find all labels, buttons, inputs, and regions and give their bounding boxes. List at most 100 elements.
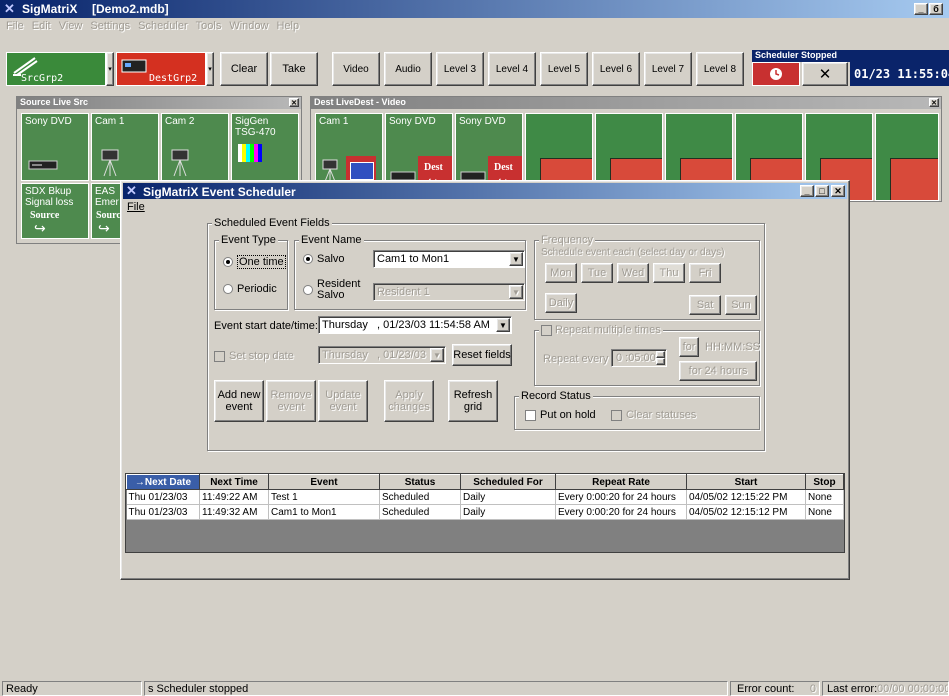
- source-tile-cam-2[interactable]: Cam 2: [161, 113, 229, 181]
- level-5-button[interactable]: Level 5: [540, 52, 588, 86]
- table-cell: Every 0:00:20 for 24 hours: [555, 489, 687, 505]
- menu-tools[interactable]: Tools: [196, 20, 222, 32]
- event-grid[interactable]: →Next Date Next Time Event Status Schedu…: [125, 473, 845, 553]
- add-new-event-button[interactable]: Add new event: [214, 380, 264, 422]
- source-panel-close-button[interactable]: ✕: [289, 98, 299, 107]
- day-wed-button[interactable]: Wed: [617, 263, 649, 283]
- dest-panel-title-bar: Dest LiveDest - Video ✕: [311, 97, 941, 109]
- scheduler-maximize-button[interactable]: □: [815, 185, 829, 197]
- src-group-dropdown-arrow[interactable]: ▾: [106, 52, 114, 86]
- col-stop[interactable]: Stop: [805, 474, 844, 490]
- scheduler-minimize-button[interactable]: _: [800, 185, 814, 197]
- chevron-down-icon[interactable]: ▼: [430, 348, 444, 362]
- table-cell: Daily: [460, 504, 556, 520]
- src-group-selector[interactable]: SrcGrp2: [6, 52, 106, 86]
- repeat-group: Repeat multiple times Repeat every 0 :05…: [534, 324, 760, 386]
- spinner-down-icon[interactable]: [656, 358, 665, 365]
- col-start[interactable]: Start: [686, 474, 806, 490]
- frequency-label: Frequency: [539, 234, 595, 246]
- radio-dot: [223, 284, 233, 294]
- chevron-down-icon[interactable]: ▼: [509, 252, 523, 266]
- day-sat-button[interactable]: Sat: [689, 295, 721, 315]
- remove-event-button[interactable]: Remove event: [266, 380, 316, 422]
- scheduler-menu-file[interactable]: File: [127, 201, 145, 213]
- menu-window[interactable]: Window: [229, 20, 268, 32]
- apply-changes-button[interactable]: Apply changes: [384, 380, 434, 422]
- clear-statuses-checkbox[interactable]: Clear statuses: [611, 409, 696, 421]
- chevron-down-icon[interactable]: ▼: [509, 285, 523, 299]
- salvo-radio[interactable]: Salvo: [303, 253, 345, 265]
- scheduler-stop-button[interactable]: ✕: [802, 62, 848, 86]
- daily-button[interactable]: Daily: [545, 293, 577, 313]
- table-row[interactable]: Thu 01/23/03 11:49:22 AM Test 1 Schedule…: [126, 489, 844, 505]
- refresh-grid-button[interactable]: Refresh grid: [448, 380, 498, 422]
- status-ready: Ready: [6, 683, 38, 695]
- day-thu-button[interactable]: Thu: [653, 263, 685, 283]
- spinner-up-icon[interactable]: [656, 351, 665, 358]
- col-status[interactable]: Status: [379, 474, 461, 490]
- source-tile-sony-dvd[interactable]: Sony DVD: [21, 113, 89, 181]
- day-sun-button[interactable]: Sun: [725, 295, 757, 315]
- table-row[interactable]: Thu 01/23/03 11:49:32 AM Cam1 to Mon1 Sc…: [126, 504, 844, 520]
- scheduler-indicator[interactable]: [752, 62, 800, 86]
- menu-edit[interactable]: Edit: [32, 20, 51, 32]
- repeat-every-spinner[interactable]: 0 :05:00: [611, 349, 667, 367]
- level-3-button[interactable]: Level 3: [436, 52, 484, 86]
- level-7-button[interactable]: Level 7: [644, 52, 692, 86]
- status-scheduler: s Scheduler stopped: [148, 683, 249, 695]
- resident-salvo-radio[interactable]: Resident Salvo: [303, 279, 361, 301]
- reset-fields-button[interactable]: Reset fields: [452, 344, 512, 366]
- col-scheduled-for[interactable]: Scheduled For: [460, 474, 556, 490]
- dest-group-dropdown-arrow[interactable]: ▾: [206, 52, 214, 86]
- col-repeat-rate[interactable]: Repeat Rate: [555, 474, 687, 490]
- day-mon-button[interactable]: Mon: [545, 263, 577, 283]
- update-event-button[interactable]: Update event: [318, 380, 368, 422]
- take-button[interactable]: Take: [270, 52, 318, 86]
- menu-view[interactable]: View: [59, 20, 83, 32]
- for-button[interactable]: for: [679, 337, 699, 357]
- dest-panel-close-button[interactable]: ✕: [929, 98, 939, 107]
- periodic-label: Periodic: [237, 283, 277, 295]
- salvo-select[interactable]: Cam1 to Mon1 ▼: [373, 250, 525, 268]
- day-tue-button[interactable]: Tue: [581, 263, 613, 283]
- day-fri-button[interactable]: Fri: [689, 263, 721, 283]
- start-date-picker[interactable]: Thursday , 01/23/03 11:54:58 AM ▼: [318, 316, 512, 334]
- dest-group-selector[interactable]: DestGrp2: [116, 52, 206, 86]
- resident-salvo-select[interactable]: Resident 1 ▼: [373, 283, 525, 301]
- level-video-button[interactable]: Video: [332, 52, 380, 86]
- menu-scheduler[interactable]: Scheduler: [138, 20, 188, 32]
- col-event[interactable]: Event: [268, 474, 380, 490]
- periodic-radio[interactable]: Periodic: [223, 283, 277, 295]
- source-tile-sdx-bkup[interactable]: SDX Bkup Signal loss Source ↪: [21, 183, 89, 239]
- tile-label: Sony DVD: [25, 116, 72, 127]
- minimize-button[interactable]: _: [914, 3, 928, 15]
- restore-button[interactable]: б: [929, 3, 943, 15]
- set-stop-date-checkbox[interactable]: Set stop date: [214, 350, 294, 362]
- col-next-time[interactable]: Next Time: [199, 474, 269, 490]
- one-time-radio[interactable]: One time: [223, 255, 286, 269]
- col-next-date[interactable]: →Next Date: [126, 474, 200, 490]
- menu-help[interactable]: Help: [276, 20, 299, 32]
- level-8-button[interactable]: Level 8: [696, 52, 744, 86]
- repeat-multiple-checkbox[interactable]: Repeat multiple times: [539, 324, 663, 336]
- scheduler-close-button[interactable]: ✕: [831, 185, 845, 197]
- chevron-down-icon[interactable]: ▼: [496, 318, 510, 332]
- radio-dot: [303, 285, 313, 295]
- level-4-button[interactable]: Level 4: [488, 52, 536, 86]
- level-6-button[interactable]: Level 6: [592, 52, 640, 86]
- resident-salvo-label: Resident Salvo: [317, 278, 361, 301]
- put-on-hold-checkbox[interactable]: Put on hold: [525, 409, 596, 421]
- last-error-pane: Last error: 00/00 00:00:00: [822, 681, 949, 696]
- scheduler-status-title: Scheduler Stopped: [752, 50, 949, 62]
- for-24-hours-button[interactable]: for 24 hours: [679, 361, 757, 381]
- level-audio-button[interactable]: Audio: [384, 52, 432, 86]
- put-on-hold-label: Put on hold: [540, 409, 596, 421]
- source-tile-siggen[interactable]: SigGen TSG-470: [231, 113, 299, 181]
- clear-button[interactable]: Clear: [220, 52, 268, 86]
- dest-tile-empty[interactable]: [875, 113, 939, 201]
- stop-date-picker[interactable]: Thursday , 01/23/03 ▼: [318, 346, 446, 364]
- source-tile-cam-1[interactable]: Cam 1: [91, 113, 159, 181]
- last-error-value: 00/00 00:00:00: [877, 683, 949, 695]
- menu-file[interactable]: File: [6, 20, 24, 32]
- menu-settings[interactable]: Settings: [90, 20, 130, 32]
